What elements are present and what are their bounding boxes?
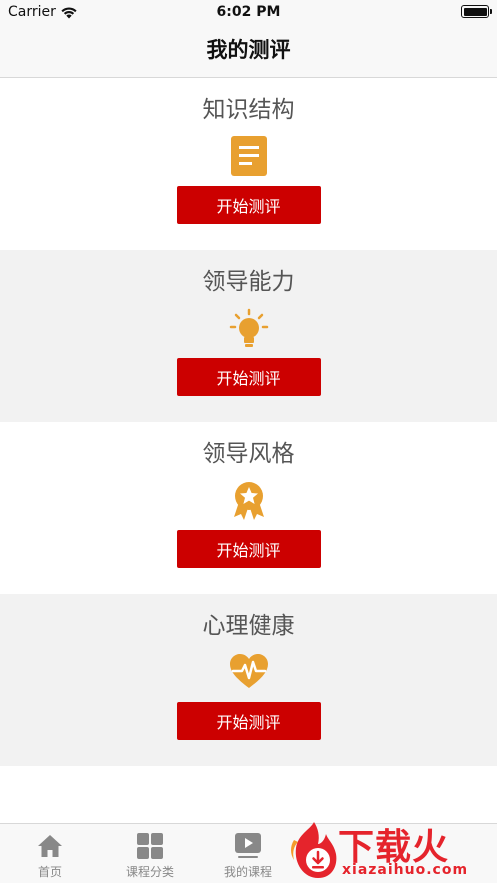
start-assessment-button[interactable]: 开始测评 — [176, 186, 321, 224]
play-icon — [234, 832, 262, 860]
battery-icon — [461, 5, 492, 18]
watermark-domain: xiazaihuo.com — [342, 862, 469, 878]
status-bar: Carrier 6:02 PM — [0, 0, 497, 24]
document-icon — [229, 136, 269, 176]
tab-course-categories[interactable]: 课程分类 — [100, 824, 200, 883]
heartbeat-icon — [229, 652, 269, 692]
page-title: 我的测评 — [206, 38, 291, 62]
badge-icon — [229, 480, 269, 520]
navigation-bar: 我的测评 — [0, 24, 497, 78]
lightbulb-icon — [229, 308, 269, 348]
assessment-list: 知识结构 开始测评 领导能力 开始测评 领导风格 开始测评 心理健康 开始测评 — [0, 78, 497, 766]
tab-label: 首页 — [37, 865, 62, 879]
flame-download-icon — [291, 822, 337, 878]
tab-home[interactable]: 首页 — [0, 824, 100, 883]
card-title: 领导风格 — [202, 441, 295, 467]
card-title: 知识结构 — [202, 97, 295, 123]
tab-label: 课程分类 — [125, 865, 174, 879]
watermark-logo: 下载火 xiazaihuo.com — [288, 816, 493, 882]
tab-my-courses[interactable]: 我的课程 — [198, 824, 298, 883]
status-time: 6:02 PM — [216, 4, 281, 20]
start-assessment-button[interactable]: 开始测评 — [176, 530, 321, 568]
assessment-card-mental-health: 心理健康 开始测评 — [0, 594, 497, 766]
tab-label: 我的课程 — [223, 865, 272, 879]
grid-icon — [136, 832, 164, 860]
start-assessment-button[interactable]: 开始测评 — [176, 702, 321, 740]
home-icon — [36, 832, 64, 860]
card-title: 领导能力 — [202, 269, 295, 295]
start-assessment-button[interactable]: 开始测评 — [176, 358, 321, 396]
card-title: 心理健康 — [202, 613, 295, 639]
assessment-card-knowledge: 知识结构 开始测评 — [0, 78, 497, 250]
assessment-card-leadership-style: 领导风格 开始测评 — [0, 422, 497, 594]
assessment-card-leadership-ability: 领导能力 开始测评 — [0, 250, 497, 422]
